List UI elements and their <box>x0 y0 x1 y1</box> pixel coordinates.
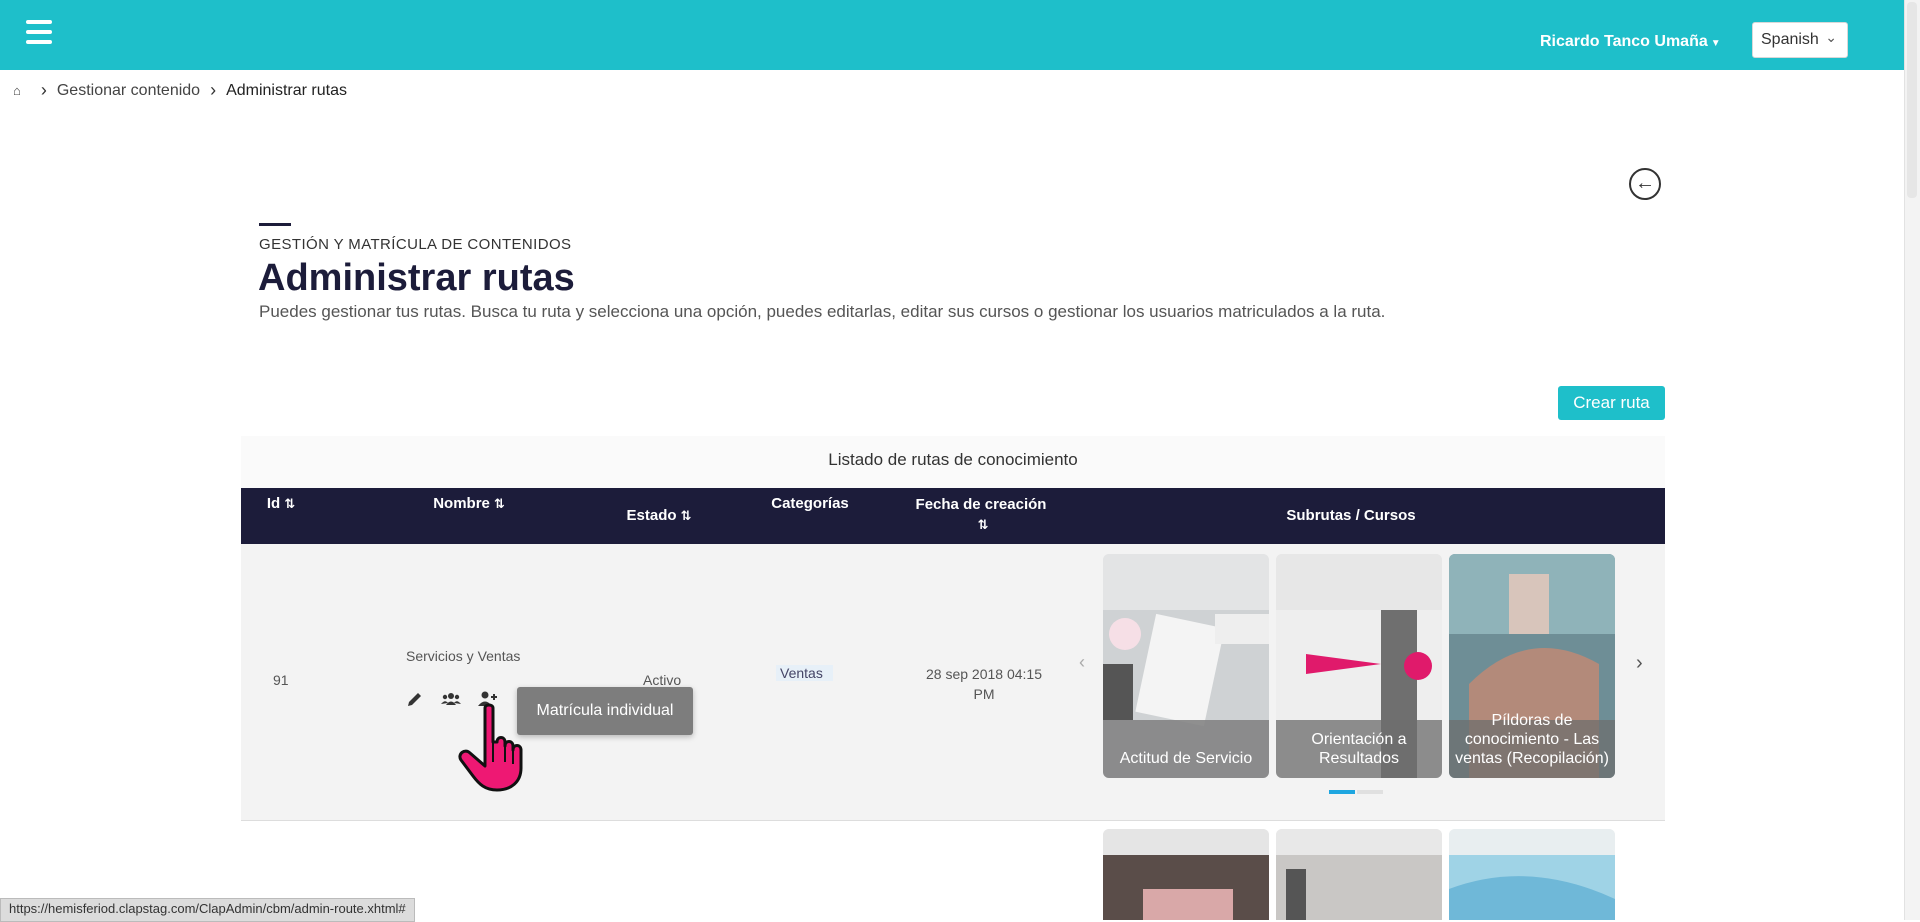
carousel-prev-icon[interactable]: ‹ <box>1079 652 1085 673</box>
caret-down-icon: ▼ <box>1710 38 1721 49</box>
row-categoria-badge: Ventas <box>776 665 833 681</box>
course-title: Píldoras de conocimiento - Las ventas (R… <box>1455 712 1609 767</box>
status-bar-url: https://hemisferiod.clapstag.com/ClapAdm… <box>0 898 415 922</box>
column-nombre-label: Nombre <box>433 495 490 512</box>
row-fecha-line1: 28 sep 2018 04:15 <box>926 666 1042 682</box>
action-tooltip: Matrícula individual <box>517 687 693 735</box>
row-fecha-line2: PM <box>973 686 995 702</box>
course-image <box>1103 829 1269 920</box>
course-image <box>1449 829 1615 920</box>
row-nombre: Servicios y Ventas <box>406 648 521 664</box>
page-title: Administrar rutas <box>258 257 575 299</box>
column-id[interactable]: Id ⇅ <box>251 488 311 551</box>
column-fecha-label: Fecha de creación <box>915 496 1047 513</box>
back-arrow-icon[interactable]: ← <box>1629 168 1661 200</box>
user-name: Ricardo Tanco Umaña <box>1540 33 1708 50</box>
column-fecha[interactable]: Fecha de creación ⇅ <box>901 488 1061 551</box>
home-icon[interactable]: ⌂ <box>13 83 21 98</box>
table-caption: Listado de rutas de conocimiento <box>241 436 1665 488</box>
course-image <box>1276 829 1442 920</box>
carousel-pagination <box>1329 790 1383 794</box>
row-id: 91 <box>273 672 289 688</box>
table-row: 91 Servicios y Ventas Activo Ventas 28 s… <box>241 544 1665 821</box>
table-header: Id ⇅ Nombre ⇅ Estado ⇅ Categorías Fecha de … <box>241 488 1665 547</box>
routes-table: Listado de rutas de conocimiento Id ⇅ Nom… <box>241 436 1665 821</box>
course-card-peek[interactable] <box>1103 829 1269 920</box>
course-title: Orientación a Resultados <box>1311 731 1407 767</box>
chevron-right-icon: › <box>40 80 47 100</box>
course-card[interactable]: Orientación a Resultados <box>1276 554 1442 778</box>
column-nombre[interactable]: Nombre ⇅ <box>354 488 584 551</box>
column-estado[interactable]: Estado ⇅ <box>609 488 709 544</box>
breadcrumb: ⌂ › Gestionar contenido › Administrar ru… <box>13 80 347 101</box>
course-card-peek[interactable] <box>1276 829 1442 920</box>
page-description: Puedes gestionar tus rutas. Busca tu rut… <box>259 302 1386 321</box>
language-select[interactable]: Spanish ⌄ <box>1752 22 1848 58</box>
sort-icon[interactable]: ⇅ <box>681 508 692 523</box>
scrollbar-thumb[interactable] <box>1907 2 1917 198</box>
sort-icon[interactable]: ⇅ <box>978 517 989 532</box>
column-subrutas-label: Subrutas / Cursos <box>1286 507 1416 524</box>
carousel-dot[interactable] <box>1357 790 1383 794</box>
page-eyebrow: GESTIÓN Y MATRÍCULA DE CONTENIDOS <box>259 236 572 253</box>
course-card-peek[interactable] <box>1449 829 1615 920</box>
breadcrumb-item-gestionar[interactable]: Gestionar contenido <box>57 82 200 100</box>
column-estado-label: Estado <box>626 507 677 524</box>
course-card[interactable]: Actitud de Servicio <box>1103 554 1269 778</box>
row-fecha: 28 sep 2018 04:15 PM <box>903 664 1065 704</box>
breadcrumb-item-current: Administrar rutas <box>226 81 347 99</box>
column-id-label: Id <box>266 495 281 512</box>
carousel-dot[interactable] <box>1329 790 1355 794</box>
chevron-down-icon: ⌄ <box>1825 29 1837 45</box>
language-value: Spanish <box>1761 31 1819 48</box>
course-card[interactable]: Píldoras de conocimiento - Las ventas (R… <box>1449 554 1615 778</box>
create-route-button[interactable]: Crear ruta <box>1558 386 1665 420</box>
course-title: Actitud de Servicio <box>1119 750 1253 767</box>
edit-pencil-icon[interactable] <box>405 689 425 709</box>
carousel-next-icon[interactable]: › <box>1636 652 1643 675</box>
sort-icon[interactable]: ⇅ <box>494 496 505 511</box>
column-categorias-label: Categorías <box>771 495 849 512</box>
column-subrutas: Subrutas / Cursos <box>1101 488 1601 544</box>
hamburger-menu-icon[interactable] <box>26 20 52 46</box>
sort-icon[interactable]: ⇅ <box>284 496 295 511</box>
title-accent-line <box>259 223 291 226</box>
column-categorias[interactable]: Categorías <box>735 488 885 551</box>
top-bar: Ricardo Tanco Umaña ▼ Spanish ⌄ <box>0 0 1904 70</box>
hand-pointer-cursor-icon <box>458 703 523 792</box>
chevron-right-icon: › <box>210 80 217 100</box>
row-estado: Activo <box>643 672 682 688</box>
user-menu[interactable]: Ricardo Tanco Umaña ▼ <box>1540 33 1721 51</box>
